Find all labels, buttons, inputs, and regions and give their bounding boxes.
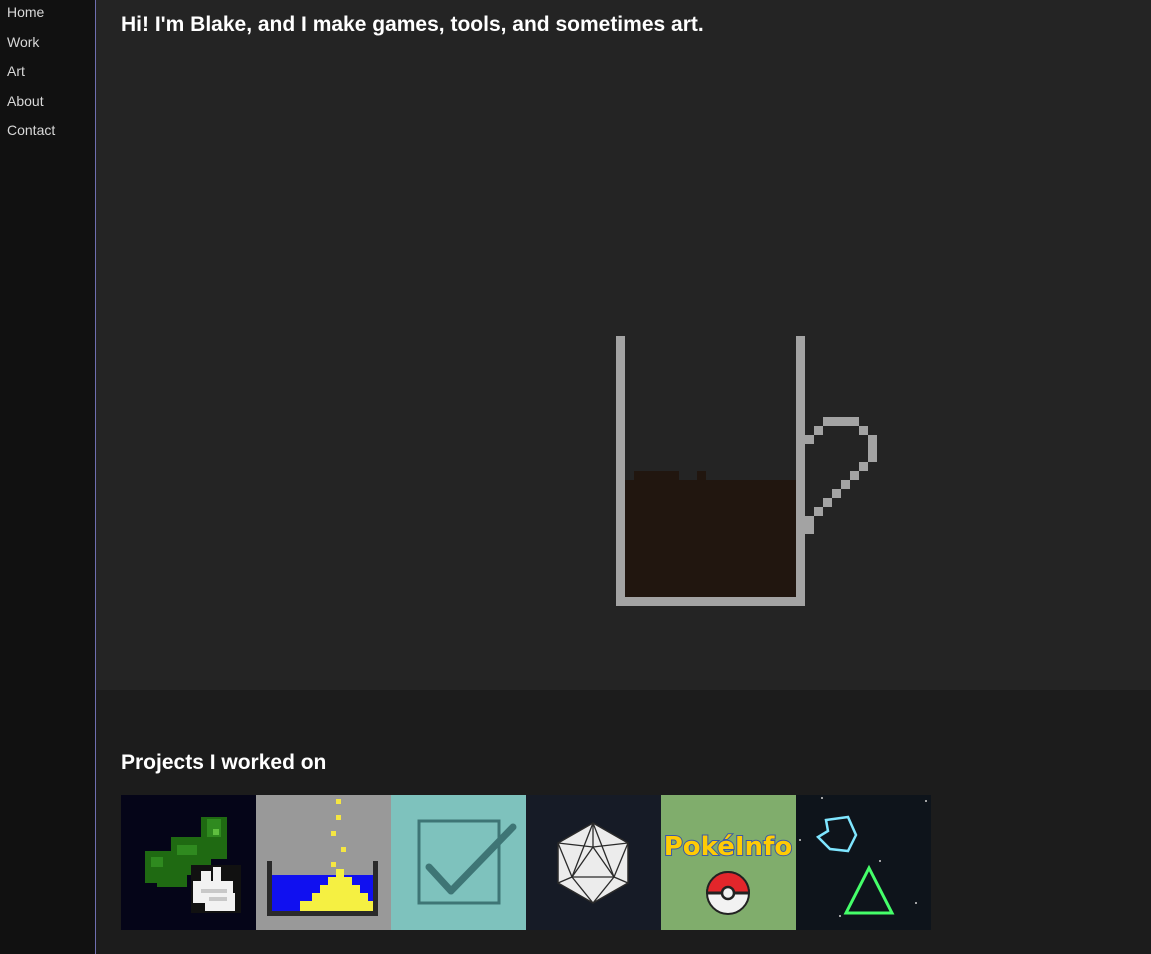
project-thumbnail-pickle[interactable] (121, 795, 256, 930)
handle-bottom-join (805, 516, 814, 534)
projects-title: Projects I worked on (121, 751, 327, 774)
handle-top (823, 417, 859, 426)
mug-bottom (616, 597, 805, 606)
pokeinfo-logo-text: PokéInfo (664, 832, 793, 862)
nav-link-contact[interactable]: Contact (7, 122, 55, 138)
project-thumbnail-checklist[interactable] (391, 795, 526, 930)
hero-section: Hi! I'm Blake, and I make games, tools, … (96, 0, 1151, 690)
coffee-liquid (625, 480, 796, 597)
handle-top-join (805, 435, 814, 444)
project-thumbnail-neon[interactable] (796, 795, 931, 930)
project-thumbnail-dice[interactable] (526, 795, 661, 930)
hero-title: Hi! I'm Blake, and I make games, tools, … (121, 13, 704, 36)
project-thumbnail-sand[interactable] (256, 795, 391, 930)
nav-link-about[interactable]: About (7, 93, 44, 109)
icosahedron-dice-icon (526, 795, 661, 930)
coffee-mug-illustration (616, 336, 976, 613)
mug-left-wall (616, 336, 625, 606)
falling-sand-icon (256, 795, 391, 930)
nav-link-art[interactable]: Art (7, 63, 25, 79)
pokeinfo-logo: PokéInfo (661, 795, 796, 930)
neon-shapes-icon (796, 795, 931, 930)
sidebar-nav: Home Work Art About Contact (0, 0, 96, 954)
coffee-bump-small (697, 471, 706, 480)
nav-link-home[interactable]: Home (7, 4, 44, 20)
nav-link-work[interactable]: Work (7, 34, 39, 50)
mug-right-wall (796, 336, 805, 606)
handle-side (868, 435, 877, 462)
coffee-bump (634, 471, 679, 480)
pixel-pickle-hand-icon (121, 795, 256, 930)
project-thumbnail-pokeinfo[interactable]: PokéInfo (661, 795, 796, 930)
projects-section: Projects I worked on PokéInfo (96, 690, 1151, 954)
pokeball-icon (705, 871, 751, 915)
checkmark-icon (391, 795, 526, 930)
